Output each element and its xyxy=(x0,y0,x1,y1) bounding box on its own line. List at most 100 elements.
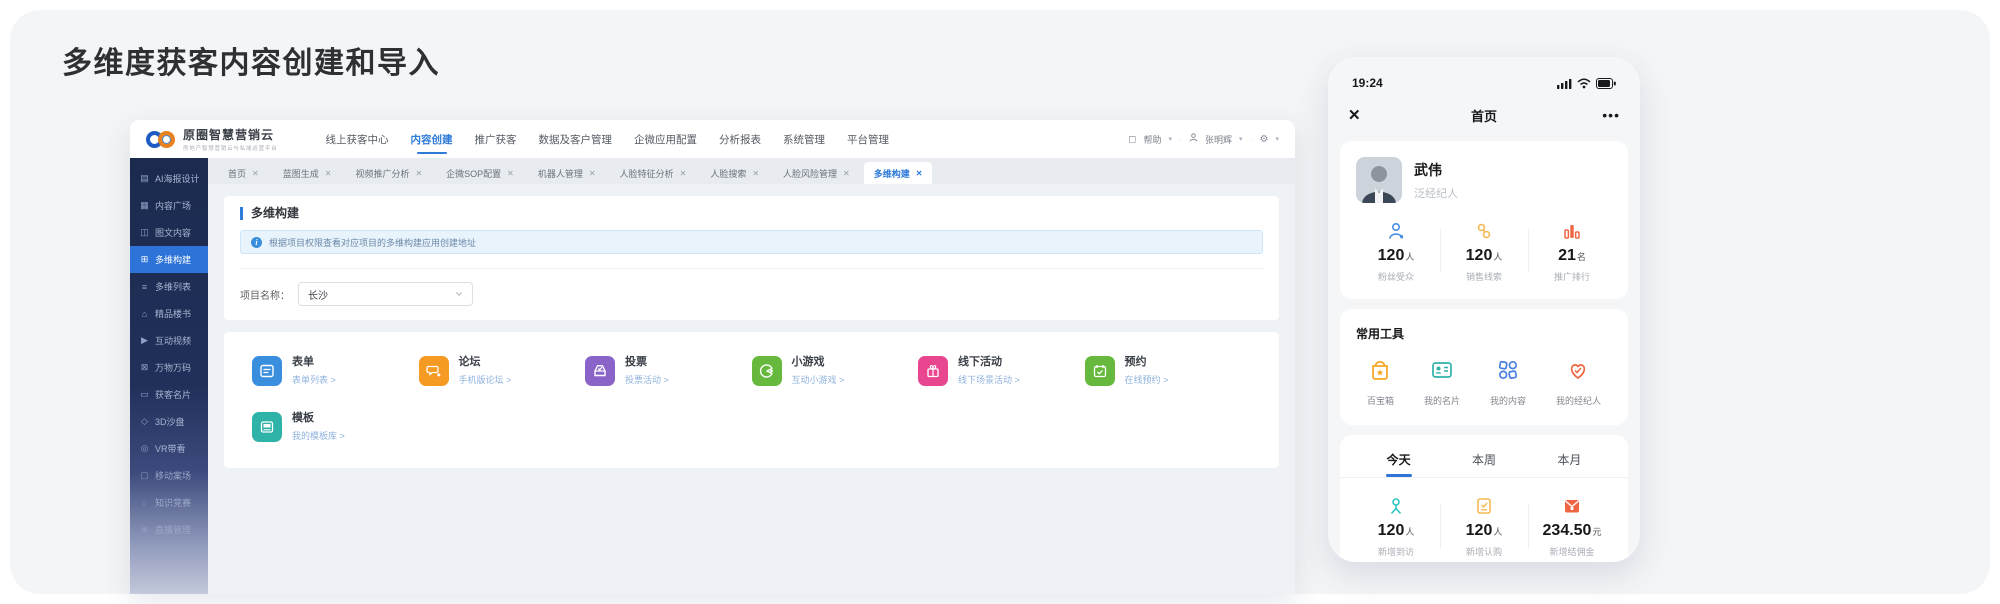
info-banner: i 根据项目权限查看对应项目的多维构建应用创建地址 xyxy=(240,230,1263,254)
app-link[interactable]: 手机版论坛 > xyxy=(459,373,512,386)
sidebar-item-label: 万物万码 xyxy=(155,361,191,374)
period-stats-card: 今天 本周 本月 120人 新增到访 120人 新增 xyxy=(1340,435,1628,562)
app-card-forum[interactable]: 论坛手机版论坛 > xyxy=(419,356,586,386)
sidebar-item-multi-build[interactable]: ⊞多维构建 xyxy=(130,246,208,273)
settings-gear-icon[interactable]: ⚙ xyxy=(1260,134,1269,145)
stat-new-commission[interactable]: 234.50元 新增结佣金 xyxy=(1528,494,1616,558)
vote-icon xyxy=(585,356,615,386)
tool-my-card[interactable]: 我的名片 xyxy=(1424,358,1460,407)
sidebar-item-multi-list[interactable]: ≡多维列表 xyxy=(130,273,208,300)
sidebar-item-label: 直播管理 xyxy=(155,523,191,536)
tab-face-search[interactable]: 人脸搜索 ✕ xyxy=(700,162,769,184)
sidebar-item-ai-poster[interactable]: ▤AI海报设计 xyxy=(130,165,208,192)
close-icon[interactable]: ✕ xyxy=(916,169,923,178)
tab-this-month[interactable]: 本月 xyxy=(1527,451,1612,477)
stat-rank[interactable]: 21名 推广排行 xyxy=(1528,219,1616,283)
tab-robot[interactable]: 机器人管理✕ xyxy=(528,162,606,184)
sidebar-item-lead-card[interactable]: ▭获客名片 xyxy=(130,381,208,408)
more-menu-icon[interactable]: ••• xyxy=(1602,107,1620,123)
nav-item-data-customer[interactable]: 数据及客户管理 xyxy=(539,121,613,158)
help-icon: ◻ xyxy=(1128,134,1136,145)
close-icon[interactable]: ✕ xyxy=(843,169,850,178)
tab-multi-build[interactable]: 多维构建✕ xyxy=(864,162,933,184)
help-label[interactable]: 帮助 xyxy=(1143,133,1161,146)
sidebar-item-3d-sandbox[interactable]: ◇3D沙盘 xyxy=(130,408,208,435)
my-content-icon xyxy=(1496,358,1520,382)
app-link[interactable]: 投票活动 > xyxy=(625,373,669,386)
sidebar-item-label: 知识竞赛 xyxy=(155,496,191,509)
app-link[interactable]: 我的模板库 > xyxy=(292,429,345,442)
close-icon[interactable]: ✕ xyxy=(680,169,687,178)
app-link[interactable]: 互动小游戏 > xyxy=(792,373,845,386)
app-link[interactable]: 表单列表 > xyxy=(292,373,336,386)
sidebar-item-content-plaza[interactable]: ▦内容广场 xyxy=(130,192,208,219)
app-card-minigame[interactable]: 小游戏互动小游戏 > xyxy=(752,356,919,386)
app-link[interactable]: 在线预约 > xyxy=(1125,373,1169,386)
stat-new-subscriptions[interactable]: 120人 新增认购 xyxy=(1440,494,1528,558)
stat-leads[interactable]: 120人 销售线索 xyxy=(1440,219,1528,283)
leads-link-icon xyxy=(1440,219,1528,241)
nav-item-system[interactable]: 系统管理 xyxy=(783,121,825,158)
tool-my-content[interactable]: 我的内容 xyxy=(1490,358,1526,407)
app-title: 小游戏 xyxy=(792,356,845,368)
my-card-icon xyxy=(1430,358,1454,382)
tab-label: 人脸特征分析 xyxy=(620,167,674,180)
app-card-offline-event[interactable]: 线下活动线下场景活动 > xyxy=(918,356,1085,386)
sidebar-item-vr-tour[interactable]: ◎ VR带看 xyxy=(130,435,208,462)
avatar[interactable] xyxy=(1356,157,1402,203)
tab-face-analysis[interactable]: 人脸特征分析 ✕ xyxy=(610,162,697,184)
sidebar-item-article-content[interactable]: ◫图文内容 xyxy=(130,219,208,246)
tab-face-risk[interactable]: 人脸风险管理✕ xyxy=(773,162,860,184)
nav-item-platform[interactable]: 平台管理 xyxy=(847,121,889,158)
vr-icon: ◎ xyxy=(139,443,150,454)
form-icon xyxy=(252,356,282,386)
phone-nav-bar: ✕ 首页 ••• xyxy=(1328,99,1640,131)
tool-label: 我的经纪人 xyxy=(1556,394,1601,407)
nav-item-content-creation[interactable]: 内容创建 xyxy=(411,121,453,158)
close-icon[interactable]: ✕ xyxy=(752,169,759,178)
app-body: ▤AI海报设计 ▦内容广场 ◫图文内容 ⊞多维构建 ≡多维列表 ⌂精品楼书 ▶互… xyxy=(130,158,1295,594)
app-card-booking[interactable]: 预约在线预约 > xyxy=(1085,356,1252,386)
tab-today[interactable]: 今天 xyxy=(1356,451,1441,477)
sidebar-item-ebook[interactable]: ⌂精品楼书 xyxy=(130,300,208,327)
app-link[interactable]: 线下场景活动 > xyxy=(958,373,1020,386)
mobile-site-icon: ▢ xyxy=(139,470,150,481)
tab-home[interactable]: 首页✕ xyxy=(218,162,269,184)
tools-title: 常用工具 xyxy=(1352,323,1616,342)
project-select-value: 长沙 xyxy=(308,287,328,302)
sidebar-item-label: VR带看 xyxy=(155,442,186,455)
tab-this-week[interactable]: 本周 xyxy=(1441,451,1526,477)
tool-my-agent[interactable]: 我的经纪人 xyxy=(1556,358,1601,407)
nav-item-reports[interactable]: 分析报表 xyxy=(719,121,761,158)
nav-item-promotion[interactable]: 推广获客 xyxy=(475,121,517,158)
tab-video-analysis[interactable]: 视频推广分析✕ xyxy=(345,162,432,184)
sidebar-item-mobile-site[interactable]: ▢移动案场 xyxy=(130,462,208,489)
tab-blueprint[interactable]: 蓝图生成✕ xyxy=(273,162,342,184)
close-icon[interactable]: ✕ xyxy=(415,169,422,178)
nav-item-online-acquisition[interactable]: 线上获客中心 xyxy=(326,121,389,158)
stat-unit: 名 xyxy=(1577,252,1586,262)
close-icon[interactable]: ✕ xyxy=(507,169,514,178)
tab-label: 人脸搜索 xyxy=(710,167,746,180)
stat-new-visits[interactable]: 120人 新增到访 xyxy=(1352,494,1440,558)
user-summary-card: 武伟 泛经纪人 120人 粉丝受众 120人 销售线索 xyxy=(1340,141,1628,299)
nav-item-wecom-config[interactable]: 企微应用配置 xyxy=(634,121,697,158)
app-card-vote[interactable]: 投票投票活动 > xyxy=(585,356,752,386)
sidebar-item-quiz[interactable]: ○知识竞赛 xyxy=(130,489,208,516)
sidebar-item-interactive-video[interactable]: ▶互动视频 xyxy=(130,327,208,354)
phone-mockup: 19:24 ✕ 首页 ••• 武伟 泛经纪人 xyxy=(1328,57,1640,562)
sidebar-item-label: 精品楼书 xyxy=(155,307,191,320)
project-select[interactable]: 长沙 xyxy=(298,282,473,306)
close-icon[interactable]: ✕ xyxy=(325,169,332,178)
tab-sop-config[interactable]: 企微SOP配置✕ xyxy=(436,162,524,184)
tool-treasure-box[interactable]: 百宝箱 xyxy=(1367,358,1394,407)
sidebar-item-universal-code[interactable]: ⊠万物万码 xyxy=(130,354,208,381)
sidebar-item-live[interactable]: ◉直播管理 xyxy=(130,516,208,543)
minigame-icon xyxy=(752,356,782,386)
user-name[interactable]: 张明辉 xyxy=(1205,133,1232,146)
stat-fans[interactable]: 120人 粉丝受众 xyxy=(1352,219,1440,283)
app-card-template[interactable]: 模板我的模板库 > xyxy=(252,412,419,442)
close-icon[interactable]: ✕ xyxy=(589,169,596,178)
app-card-form[interactable]: 表单表单列表 > xyxy=(252,356,419,386)
close-icon[interactable]: ✕ xyxy=(252,169,259,178)
